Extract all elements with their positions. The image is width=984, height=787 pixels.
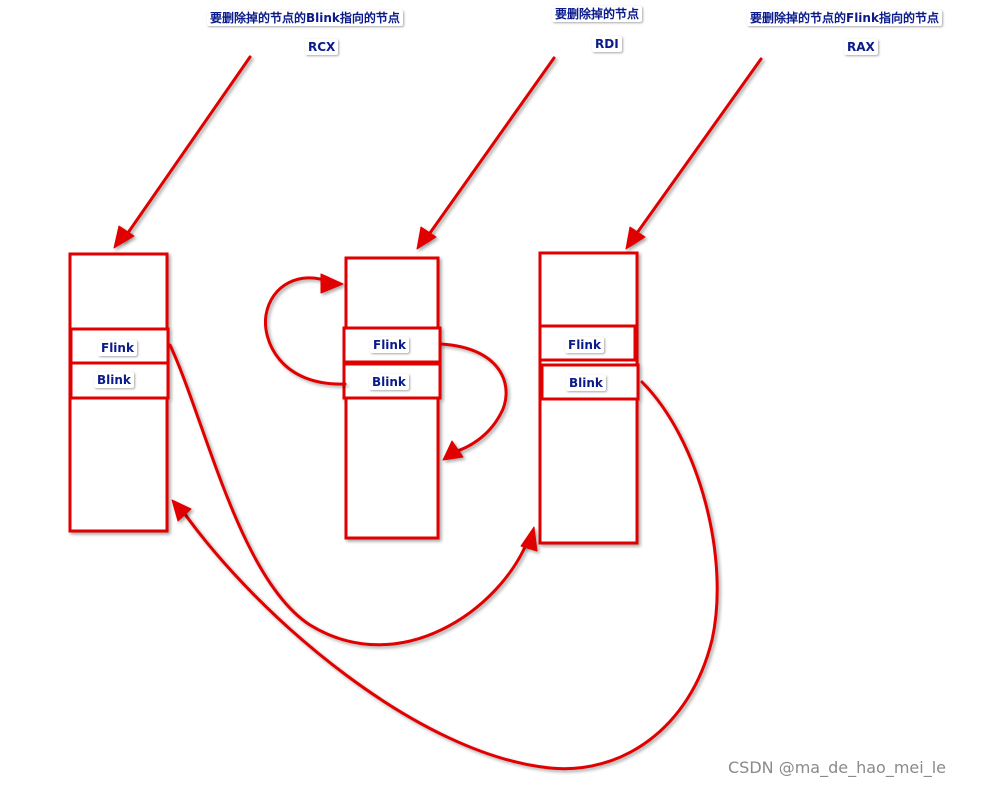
arrowhead-rax-pointer xyxy=(625,226,646,250)
node-rdi xyxy=(342,256,442,540)
register-label-rcx: RCX xyxy=(305,39,339,55)
pointer-description-rcx: 要删除掉的节点的Blink指向的节点 xyxy=(207,10,403,26)
node-rcx-blink-label: Blink xyxy=(94,372,134,388)
register-label-rax: RAX xyxy=(844,39,878,55)
pointer-description-rax: 要删除掉的节点的Flink指向的节点 xyxy=(747,10,942,26)
watermark-text: CSDN @ma_de_hao_mei_le xyxy=(728,758,946,777)
arrow-rax-pointer xyxy=(630,57,763,242)
node-rax-flink-label: Flink xyxy=(565,337,604,353)
register-label-rdi: RDI xyxy=(592,36,622,52)
node-rdi-flink-label: Flink xyxy=(370,337,409,353)
linked-list-diagram xyxy=(68,55,763,771)
pointer-description-rdi: 要删除掉的节点 xyxy=(552,6,643,22)
node-rax-blink-label: Blink xyxy=(566,375,606,391)
arrow-rdi-flink-loop xyxy=(439,342,508,454)
node-rcx-flink-label: Flink xyxy=(98,340,137,356)
arrowhead-rdi-blink-loop xyxy=(320,273,344,294)
node-rcx xyxy=(68,252,170,533)
arrow-rdi-pointer xyxy=(423,56,556,242)
node-rdi-blink-label: Blink xyxy=(369,374,409,390)
node-rax xyxy=(538,251,640,545)
arrow-rdi-blink-loop xyxy=(263,276,347,386)
arrow-rcx-pointer xyxy=(121,55,252,242)
